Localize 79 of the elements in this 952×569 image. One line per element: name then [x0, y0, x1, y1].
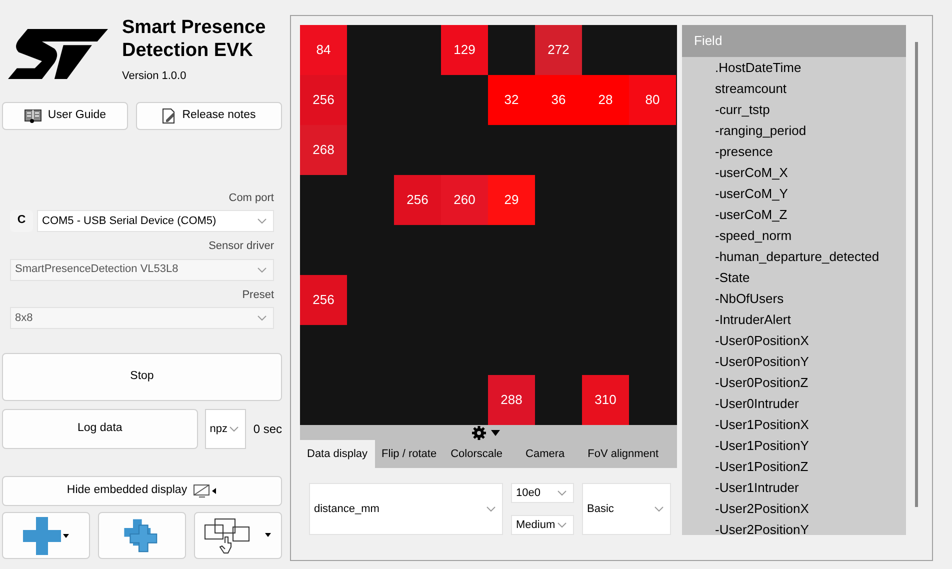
chevron-icon — [257, 266, 267, 272]
heatmap-cell: 80 — [629, 75, 676, 125]
list-item[interactable]: -userCoM_Z — [682, 204, 906, 224]
tab[interactable]: Flip / rotate — [374, 440, 444, 468]
user-guide-button[interactable]: User Guide — [2, 102, 128, 130]
heatmap-cell: 256 — [394, 175, 441, 225]
list-item[interactable]: -User0Intruder — [682, 392, 906, 414]
heatmap-cell: 28 — [582, 75, 629, 125]
release-notes-button[interactable]: Release notes — [136, 102, 282, 130]
format-select[interactable]: npz — [204, 409, 246, 449]
list-item[interactable]: -userCoM_Y — [682, 182, 906, 204]
chevron-icon — [257, 218, 267, 224]
list-item[interactable]: -curr_tstp — [682, 98, 906, 120]
list-item[interactable]: -State — [682, 266, 906, 288]
list-item[interactable]: -ranging_period — [682, 120, 906, 140]
scrollbar[interactable] — [915, 42, 918, 507]
list-item[interactable]: -User2PositionX — [682, 498, 906, 518]
heatmap-cell: 32 — [488, 75, 535, 125]
field-label: Sensor driver — [208, 239, 275, 254]
add-icon — [23, 516, 69, 556]
tab[interactable]: Camera — [510, 440, 581, 468]
list-item[interactable]: -User1Intruder — [682, 476, 906, 498]
version-text: Version 1.0.0 — [122, 69, 188, 84]
list-item[interactable]: -User0PositionX — [682, 330, 906, 350]
heatmap-cell: 268 — [300, 125, 347, 175]
scale-select[interactable]: 10e0 — [511, 483, 574, 503]
heatmap-cell: 256 — [300, 275, 347, 325]
chevron-icon — [257, 315, 267, 321]
chevron-icon — [654, 506, 664, 512]
field-label: Preset — [241, 288, 275, 302]
list-item[interactable]: -NbOfUsers — [682, 288, 906, 308]
heatmap-cell: 36 — [535, 75, 582, 125]
chevron-icon — [557, 490, 567, 496]
list-item[interactable]: .HostDateTime — [682, 56, 906, 78]
list-item[interactable]: -User2PositionY — [682, 518, 906, 535]
stop-button[interactable]: Stop — [2, 353, 282, 401]
list-item[interactable]: -User1PositionY — [682, 434, 906, 456]
heatmap-cell: 272 — [535, 25, 582, 75]
list-item[interactable]: -User1PositionZ — [682, 456, 906, 476]
heatmap-cell: 260 — [441, 175, 488, 225]
field-label: Com port — [228, 190, 275, 206]
document-edit-icon — [162, 108, 176, 124]
add-button[interactable] — [2, 512, 90, 559]
list-item[interactable]: -User1PositionX — [682, 414, 906, 434]
settings-icon[interactable] — [472, 426, 502, 440]
list-item[interactable]: -User0PositionZ — [682, 372, 906, 392]
window-select-button[interactable] — [194, 512, 282, 559]
chevron-icon — [486, 506, 496, 512]
chevron-icon — [557, 522, 567, 528]
tab[interactable]: FoV alignment — [580, 440, 666, 468]
field-select[interactable]: distance_mm — [309, 483, 503, 535]
list-item[interactable]: -IntruderAlert — [682, 308, 906, 330]
com-port-select[interactable]: COM5 - USB Serial Device (COM5) — [37, 210, 274, 232]
list-item[interactable]: -speed_norm — [682, 224, 906, 246]
heatmap-cell: 256 — [300, 75, 347, 125]
list-item[interactable]: -userCoM_X — [682, 162, 906, 182]
log-data-button[interactable]: Log data — [2, 409, 198, 449]
no-display-icon — [193, 484, 218, 498]
column-header: Field — [682, 25, 906, 56]
list-item[interactable]: -human_departure_detected — [682, 246, 906, 266]
list-item[interactable]: streamcount — [682, 78, 906, 98]
level-select[interactable]: Medium — [511, 515, 574, 535]
tab[interactable]: Colorscale — [444, 440, 510, 468]
refresh-button[interactable]: C — [10, 210, 33, 232]
heatmap-cell: 310 — [582, 375, 629, 425]
heatmap-cell: 84 — [300, 25, 347, 75]
list-item[interactable]: -presence — [682, 140, 906, 162]
heatmap-cell: 29 — [488, 175, 535, 225]
list-item[interactable]: -User0PositionY — [682, 350, 906, 372]
book-icon — [24, 108, 42, 122]
duration-text: 0 sec — [253, 421, 282, 438]
add-multiple-button[interactable] — [98, 512, 186, 559]
tab[interactable]: Data display — [300, 440, 375, 468]
mode-select[interactable]: Basic — [582, 483, 671, 535]
app-title: Smart Presence Detection EVK — [122, 16, 267, 62]
chevron-icon — [229, 426, 240, 432]
heatmap-cell: 288 — [488, 375, 535, 425]
hide-display-button[interactable]: Hide embedded display — [2, 476, 282, 506]
heatmap-cell: 129 — [441, 25, 488, 75]
